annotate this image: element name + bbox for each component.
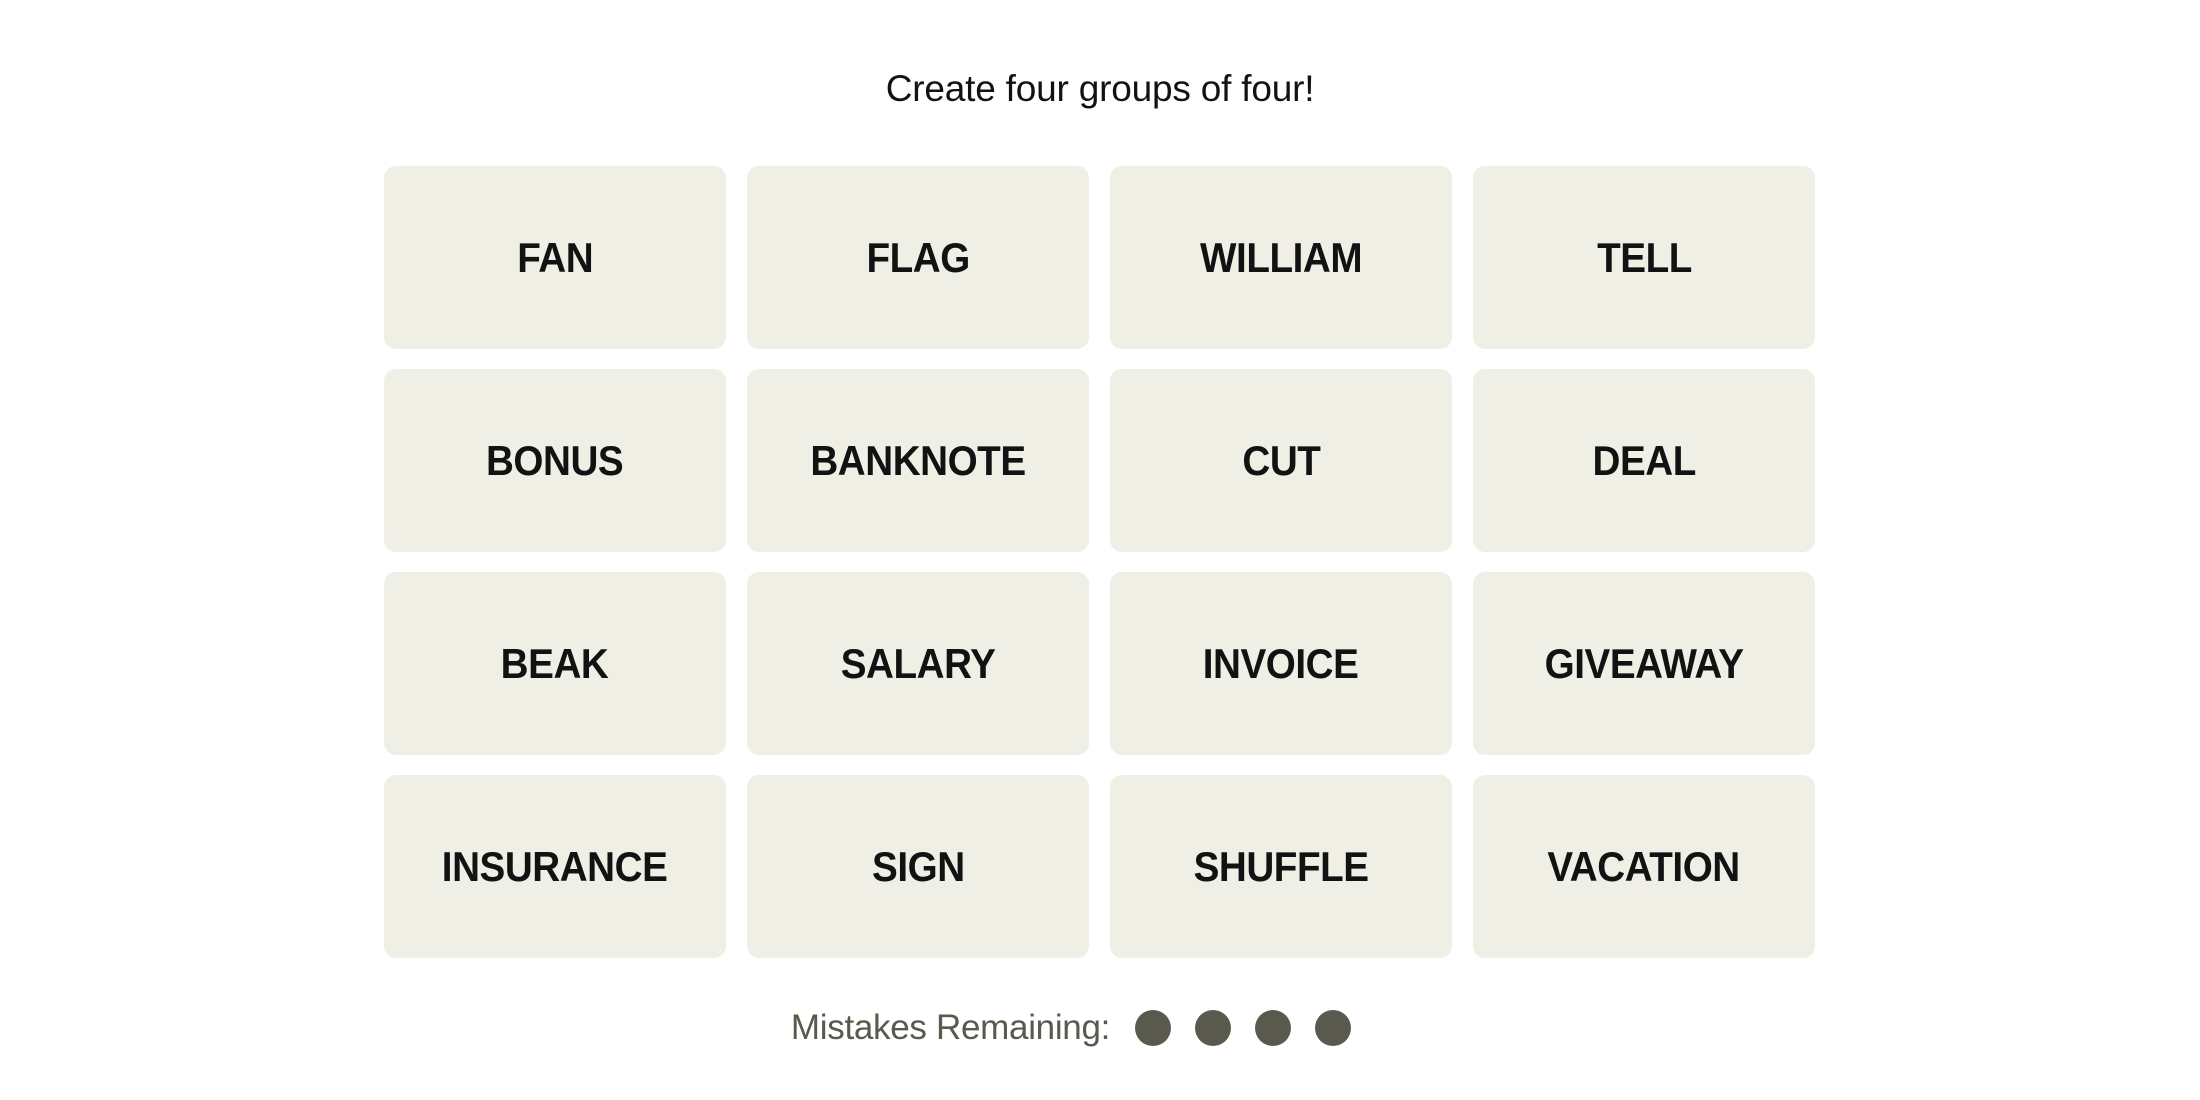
word-tile[interactable]: BEAK: [384, 572, 726, 755]
word-tile-label: BANKNOTE: [810, 436, 1026, 484]
mistake-dot-icon: [1315, 1010, 1352, 1046]
mistake-dot-icon: [1135, 1010, 1172, 1046]
word-tile[interactable]: SHUFFLE: [1110, 775, 1452, 958]
word-tile-label: WILLIAM: [1199, 233, 1363, 281]
word-tile-label: FLAG: [866, 233, 970, 281]
word-tile-label: FAN: [517, 233, 593, 281]
word-tile-label: BONUS: [486, 436, 624, 484]
word-tile[interactable]: CUT: [1110, 369, 1452, 552]
word-tile-label: CUT: [1241, 436, 1321, 484]
word-tile[interactable]: FLAG: [747, 166, 1089, 349]
word-tile-label: DEAL: [1592, 436, 1696, 484]
word-tile-label: TELL: [1596, 233, 1692, 281]
word-tile-label: SALARY: [840, 639, 996, 687]
word-tile[interactable]: INSURANCE: [384, 775, 726, 958]
word-tile-label: VACATION: [1547, 842, 1741, 890]
mistake-dot-icon: [1195, 1010, 1232, 1046]
word-tile-label: BEAK: [501, 639, 609, 687]
word-tile[interactable]: INVOICE: [1110, 572, 1452, 755]
word-tile[interactable]: DEAL: [1473, 369, 1815, 552]
word-tile[interactable]: BANKNOTE: [747, 369, 1089, 552]
word-grid: FAN FLAG WILLIAM TELL BONUS BANKNOTE CUT…: [384, 166, 1815, 958]
word-tile[interactable]: BONUS: [384, 369, 726, 552]
word-tile-label: INVOICE: [1203, 639, 1359, 687]
word-tile-label: INSURANCE: [442, 842, 668, 890]
word-tile[interactable]: WILLIAM: [1110, 166, 1452, 349]
word-tile-label: SIGN: [871, 842, 965, 890]
word-tile[interactable]: GIVEAWAY: [1473, 572, 1815, 755]
word-tile[interactable]: SIGN: [747, 775, 1089, 958]
word-tile[interactable]: SALARY: [747, 572, 1089, 755]
mistake-dots: [1135, 1010, 1352, 1046]
instructions-text: Create four groups of four!: [885, 68, 1315, 109]
word-tile[interactable]: FAN: [384, 166, 726, 349]
mistakes-remaining-label: Mistakes Remaining:: [790, 1008, 1111, 1047]
word-tile-label: SHUFFLE: [1193, 842, 1369, 890]
mistake-dot-icon: [1255, 1010, 1292, 1046]
mistakes-remaining: Mistakes Remaining:: [0, 1006, 2200, 1050]
word-tile[interactable]: TELL: [1473, 166, 1815, 349]
word-tile[interactable]: VACATION: [1473, 775, 1815, 958]
word-tile-label: GIVEAWAY: [1544, 639, 1744, 687]
